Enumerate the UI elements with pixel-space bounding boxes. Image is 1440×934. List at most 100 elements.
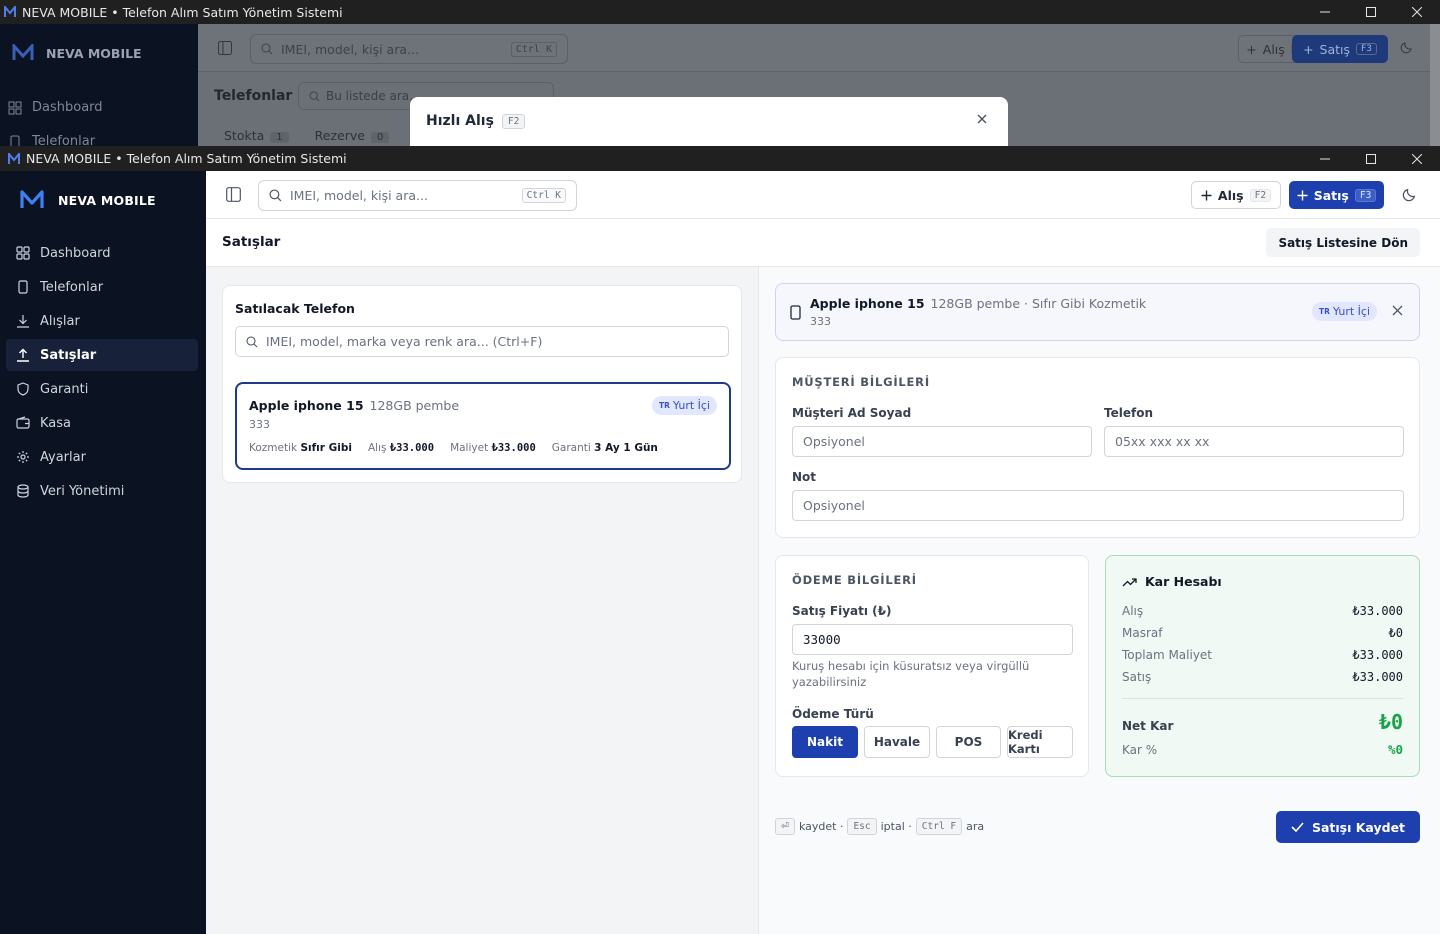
moon-icon	[1400, 42, 1412, 54]
result-meta: Kozmetik Sıfır Gibi Alış ₺33.000 Maliyet…	[249, 442, 658, 454]
profit-title-text: Kar Hesabı	[1145, 574, 1222, 589]
bg-tab: Stokta 1	[224, 128, 289, 143]
window-close-icon[interactable]	[1394, 146, 1440, 171]
check-icon	[1291, 822, 1304, 832]
wallet-icon	[16, 416, 30, 429]
sidebar-item-dashboard[interactable]: Dashboard	[6, 237, 198, 269]
bg-tab: Rezerve 0	[315, 128, 390, 143]
phone-picker-card: Satılacak Telefon IMEI, model, marka vey…	[222, 285, 742, 483]
window-title: NEVA MOBILE • Telefon Alım Satım Yönetim…	[26, 151, 347, 166]
selected-model: Apple iphone 15	[810, 296, 925, 311]
sale-price-input[interactable]: 33000	[792, 624, 1073, 655]
profit-row-label: Alış	[1122, 604, 1144, 618]
bg-minimize-icon[interactable]	[1302, 0, 1348, 24]
sidebar-item-veri-yonetimi[interactable]: Veri Yönetimi	[6, 475, 198, 507]
keyboard-shortcuts: ⏎ kaydet · Esc iptal · Ctrl F ara	[775, 818, 984, 835]
quick-sell-label: Satış	[1313, 187, 1349, 203]
profit-percent-value: %0	[1387, 742, 1403, 757]
minimize-icon[interactable]	[1302, 146, 1348, 171]
search-icon	[269, 189, 282, 202]
ctrl-f-kbd: Ctrl F	[915, 818, 963, 835]
phone-search-input[interactable]: IMEI, model, marka veya renk ara... (Ctr…	[235, 326, 729, 357]
quick-sell-button[interactable]: Satış F3	[1289, 181, 1384, 209]
bg-maximize-icon[interactable]	[1348, 0, 1394, 24]
shield-icon	[17, 382, 29, 396]
profit-row-label: Toplam Maliyet	[1122, 648, 1213, 662]
profit-calculation-card: Kar Hesabı Alış ₺33.000 Masraf ₺0 Toplam M…	[1105, 555, 1420, 777]
sidebar-toggle-icon[interactable]	[226, 187, 241, 202]
payment-option-kredi-karti[interactable]: Kredi Kartı	[1007, 726, 1073, 758]
quick-buy-button[interactable]: Alış F2	[1191, 181, 1281, 209]
bg-window-title: NEVA MOBILE • Telefon Alım Satım Yönetim…	[22, 4, 343, 20]
brand[interactable]: NEVA MOBILE	[20, 190, 156, 210]
profit-row: Masraf ₺0	[1122, 626, 1403, 640]
result-model: Apple iphone 15	[249, 398, 364, 413]
payment-option-havale[interactable]: Havale	[864, 726, 930, 758]
payment-type-label: Ödeme Türü	[792, 707, 874, 721]
sidebar-item-kasa[interactable]: Kasa	[6, 407, 198, 439]
bg-nav-label: Telefonlar	[32, 134, 96, 146]
maximize-icon[interactable]	[1348, 146, 1394, 171]
sidebar-item-satislar[interactable]: Satışlar	[6, 339, 198, 371]
bg-search-kbd: Ctrl K	[510, 41, 557, 57]
flag-tr-icon: TR	[658, 401, 670, 410]
bg-tabs: Stokta1 Rezerve0 Ko	[224, 128, 431, 143]
back-to-sales-list-button[interactable]: Satış Listesine Dön	[1266, 228, 1420, 257]
profit-separator	[1122, 698, 1403, 699]
net-profit-value: ₺0	[1378, 710, 1403, 734]
profit-row: Alış ₺33.000	[1122, 604, 1403, 618]
sale-price-value: 33000	[803, 632, 841, 647]
result-cosmetic: Kozmetik Sıfır Gibi	[249, 442, 352, 454]
origin-badge: TR Yurt İçi	[651, 396, 717, 415]
payment-option-label: POS	[954, 735, 983, 749]
bg-list-search-placeholder: Bu listede ara...	[326, 89, 421, 103]
bg-quick-buy-modal: Hızlı Alış F2	[410, 97, 1008, 146]
sidebar-item-alislar[interactable]: Alışlar	[6, 305, 198, 337]
moon-icon[interactable]	[1402, 187, 1417, 202]
sidebar: NEVA MOBILE Dashboard Telefonlar Alışlar…	[0, 171, 206, 934]
sidebar-item-telefonlar[interactable]: Telefonlar	[6, 271, 198, 303]
bg-modal-kbd: F2	[501, 113, 526, 129]
phone-icon	[10, 135, 20, 146]
meta-label: Maliyet	[450, 442, 489, 454]
sidebar-item-label: Dashboard	[40, 245, 111, 261]
meta-label: Garanti	[551, 442, 591, 454]
selected-phone-card: Apple iphone 15 128GB pembe · Sıfır Gibi …	[775, 283, 1420, 341]
global-search-input[interactable]: IMEI, model, kişi ara... Ctrl K	[258, 180, 577, 211]
customer-phone-input[interactable]: 05xx xxx xx xx	[1104, 426, 1404, 457]
sidebar-item-label: Garanti	[40, 381, 89, 397]
back-button-label: Satış Listesine Dön	[1278, 235, 1408, 250]
bg-logo-icon	[12, 44, 34, 60]
sale-price-hint: Kuruş hesabı için küsuratsız veya virgül…	[792, 659, 1030, 689]
profit-row: Toplam Maliyet ₺33.000	[1122, 648, 1403, 662]
search-hint: ara	[966, 820, 985, 833]
payment-option-pos[interactable]: POS	[936, 726, 1001, 758]
result-warranty: Garanti 3 Ay 1 Gün	[552, 442, 658, 454]
save-sale-button[interactable]: Satışı Kaydet	[1276, 811, 1420, 843]
profit-row-value: ₺0	[1388, 626, 1403, 640]
clear-selection-close-icon[interactable]	[1392, 305, 1403, 316]
payment-info-card: ÖDEME BİLGİLERİ Satış Fiyatı (₺) 33000 K…	[775, 555, 1089, 777]
profit-row-value: ₺33.000	[1352, 670, 1403, 684]
global-search-kbd: Ctrl K	[521, 188, 566, 203]
origin-label: Yurt İçi	[672, 399, 710, 412]
customer-name-label: Müşteri Ad Soyad	[792, 406, 912, 420]
phone-search-placeholder: IMEI, model, marka veya renk ara... (Ctr…	[266, 334, 543, 349]
note-input[interactable]: Opsiyonel	[792, 490, 1404, 521]
sidebar-item-ayarlar[interactable]: Ayarlar	[6, 441, 198, 473]
payment-option-nakit[interactable]: Nakit	[792, 726, 858, 758]
payment-option-label: Kredi Kartı	[1008, 728, 1043, 756]
bg-satis-label: Satış	[1319, 41, 1351, 57]
phone-result-item[interactable]: Apple iphone 15 128GB pembe 333 TR Yurt İ…	[235, 382, 731, 470]
sidebar-item-garanti[interactable]: Garanti	[6, 373, 198, 405]
bg-sidebar-toggle-icon	[218, 41, 232, 55]
page-header: Satışlar Satış Listesine Dön	[206, 219, 1440, 267]
meta-value: Sıfır Gibi	[300, 442, 352, 454]
selected-imei: 333	[810, 315, 831, 328]
note-label: Not	[792, 470, 817, 484]
bg-close-icon[interactable]	[1394, 0, 1440, 24]
quick-sell-kbd: F3	[1354, 188, 1377, 202]
payment-option-label: Nakit	[807, 735, 843, 749]
result-spec: 128GB pembe	[369, 398, 460, 413]
customer-name-input[interactable]: Opsiyonel	[792, 426, 1092, 457]
